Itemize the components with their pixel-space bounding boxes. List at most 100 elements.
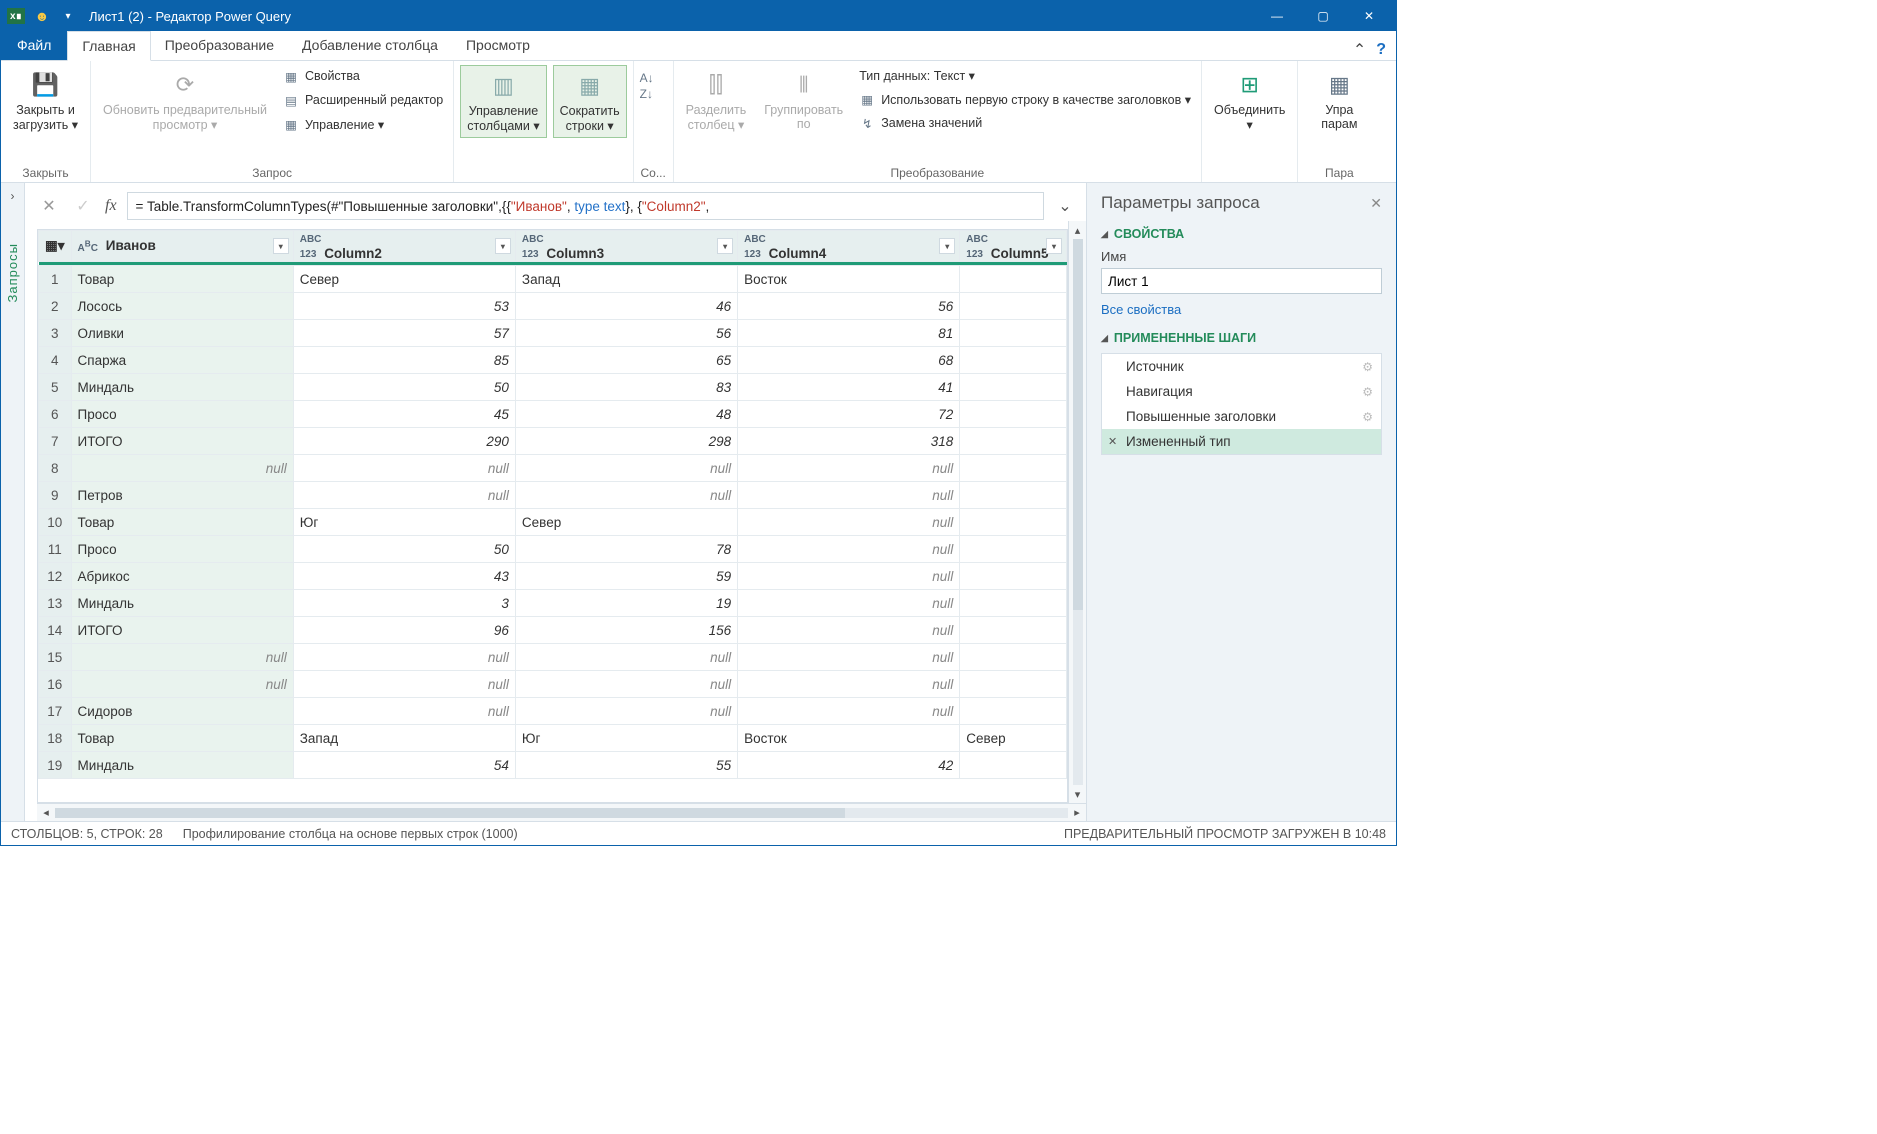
table-cell[interactable] bbox=[960, 509, 1067, 536]
all-properties-link[interactable]: Все свойства bbox=[1101, 302, 1382, 317]
table-cell[interactable]: null bbox=[738, 536, 960, 563]
table-row[interactable]: 17Сидоровnullnullnull bbox=[39, 698, 1067, 725]
table-cell[interactable]: null bbox=[738, 482, 960, 509]
table-row[interactable]: 16nullnullnullnull bbox=[39, 671, 1067, 698]
filter-icon[interactable]: ▾ bbox=[1046, 238, 1062, 254]
scroll-left-icon[interactable]: ◂ bbox=[37, 806, 55, 819]
qat-dropdown-icon[interactable]: ▾ bbox=[57, 5, 79, 27]
table-row[interactable]: 14ИТОГО96156null bbox=[39, 617, 1067, 644]
column-header[interactable]: ABC123 Column4▾ bbox=[738, 231, 960, 262]
fx-icon[interactable]: fx bbox=[105, 197, 117, 215]
table-row[interactable]: 11Просо5078null bbox=[39, 536, 1067, 563]
table-cell[interactable]: null bbox=[738, 617, 960, 644]
manage-columns-button[interactable]: ▥ Управление столбцами ▾ bbox=[460, 65, 546, 138]
table-cell[interactable] bbox=[960, 347, 1067, 374]
close-settings-icon[interactable]: ✕ bbox=[1370, 195, 1382, 212]
properties-section-header[interactable]: СВОЙСТВА bbox=[1101, 227, 1382, 241]
table-cell[interactable]: Просо bbox=[71, 401, 293, 428]
column-header[interactable]: ABC123 Column5▾ bbox=[960, 231, 1067, 262]
tab-view[interactable]: Просмотр bbox=[452, 30, 544, 60]
table-cell[interactable]: null bbox=[293, 698, 515, 725]
sort-desc-icon[interactable]: Z↓ bbox=[640, 87, 653, 101]
queries-sidebar[interactable]: › Запросы bbox=[1, 183, 25, 821]
table-cell[interactable] bbox=[960, 698, 1067, 725]
table-cell[interactable]: 298 bbox=[515, 428, 737, 455]
table-cell[interactable]: Север bbox=[960, 725, 1067, 752]
filter-icon[interactable]: ▾ bbox=[273, 238, 289, 254]
table-cell[interactable] bbox=[960, 401, 1067, 428]
table-cell[interactable] bbox=[960, 266, 1067, 293]
table-cell[interactable]: Север bbox=[515, 509, 737, 536]
table-cell[interactable]: 85 bbox=[293, 347, 515, 374]
column-header[interactable]: ABC Иванов▾ bbox=[71, 231, 293, 262]
table-cell[interactable]: Петров bbox=[71, 482, 293, 509]
close-load-button[interactable]: 💾 Закрыть и загрузить ▾ bbox=[7, 65, 84, 136]
table-cell[interactable]: null bbox=[293, 455, 515, 482]
smiley-icon[interactable]: ☻ bbox=[31, 5, 53, 27]
merge-button[interactable]: ⊞ Объединить ▾ bbox=[1208, 65, 1291, 136]
table-cell[interactable]: ИТОГО bbox=[71, 428, 293, 455]
tab-transform[interactable]: Преобразование bbox=[151, 30, 288, 60]
table-cell[interactable]: 41 bbox=[738, 374, 960, 401]
table-cell[interactable]: Восток bbox=[738, 266, 960, 293]
table-cell[interactable]: Оливки bbox=[71, 320, 293, 347]
scroll-up-icon[interactable]: ▴ bbox=[1069, 221, 1086, 239]
table-cell[interactable]: null bbox=[71, 644, 293, 671]
table-cell[interactable]: ИТОГО bbox=[71, 617, 293, 644]
table-cell[interactable] bbox=[960, 293, 1067, 320]
split-column-button[interactable]: ⫿⫿ Разделить столбец ▾ bbox=[680, 65, 753, 136]
table-cell[interactable]: Запад bbox=[515, 266, 737, 293]
filter-icon[interactable]: ▾ bbox=[939, 238, 955, 254]
query-name-input[interactable] bbox=[1101, 268, 1382, 294]
horizontal-scrollbar[interactable]: ◂ ▸ bbox=[37, 803, 1086, 821]
table-cell[interactable]: Абрикос bbox=[71, 563, 293, 590]
table-cell[interactable]: 54 bbox=[293, 752, 515, 779]
table-cell[interactable]: 290 bbox=[293, 428, 515, 455]
table-row[interactable]: 18ТоварЗападЮгВостокСевер bbox=[39, 725, 1067, 752]
table-row[interactable]: 1ТоварСеверЗападВосток bbox=[39, 266, 1067, 293]
table-cell[interactable]: 50 bbox=[293, 374, 515, 401]
expand-queries-icon[interactable]: › bbox=[11, 189, 15, 203]
table-cell[interactable]: 56 bbox=[515, 320, 737, 347]
table-cell[interactable]: 50 bbox=[293, 536, 515, 563]
cancel-formula-icon[interactable]: ✕ bbox=[37, 196, 61, 216]
table-cell[interactable]: null bbox=[293, 671, 515, 698]
close-button[interactable]: ✕ bbox=[1346, 1, 1392, 31]
properties-button[interactable]: ▦Свойства bbox=[279, 65, 447, 87]
collapse-ribbon-icon[interactable]: ⌃ bbox=[1353, 40, 1366, 60]
advanced-editor-button[interactable]: ▤Расширенный редактор bbox=[279, 89, 447, 111]
table-row[interactable]: 6Просо454872 bbox=[39, 401, 1067, 428]
sort-asc-icon[interactable]: A↓ bbox=[640, 71, 654, 85]
table-cell[interactable]: null bbox=[738, 644, 960, 671]
table-cell[interactable]: Миндаль bbox=[71, 590, 293, 617]
table-corner[interactable]: ▦▾ bbox=[39, 231, 72, 262]
table-row[interactable]: 5Миндаль508341 bbox=[39, 374, 1067, 401]
data-grid[interactable]: ▦▾ABC Иванов▾ABC123 Column2▾ABC123 Colum… bbox=[37, 229, 1068, 803]
formula-input[interactable]: = Table.TransformColumnTypes(#"Повышенны… bbox=[127, 192, 1044, 220]
filter-icon[interactable]: ▾ bbox=[717, 238, 733, 254]
table-cell[interactable]: Запад bbox=[293, 725, 515, 752]
table-cell[interactable]: null bbox=[515, 671, 737, 698]
table-cell[interactable]: 45 bbox=[293, 401, 515, 428]
table-cell[interactable]: null bbox=[738, 455, 960, 482]
table-cell[interactable]: null bbox=[515, 644, 737, 671]
scroll-right-icon[interactable]: ▸ bbox=[1068, 806, 1086, 819]
table-cell[interactable]: 48 bbox=[515, 401, 737, 428]
column-header[interactable]: ABC123 Column3▾ bbox=[515, 231, 737, 262]
table-cell[interactable]: null bbox=[738, 509, 960, 536]
tab-file[interactable]: Файл bbox=[1, 30, 67, 60]
table-row[interactable]: 4Спаржа856568 bbox=[39, 347, 1067, 374]
column-header[interactable]: ABC123 Column2▾ bbox=[293, 231, 515, 262]
help-icon[interactable]: ? bbox=[1376, 41, 1386, 59]
table-row[interactable]: 13Миндаль319null bbox=[39, 590, 1067, 617]
table-cell[interactable]: 81 bbox=[738, 320, 960, 347]
group-by-button[interactable]: ⫴ Группировать по bbox=[758, 65, 849, 135]
applied-step[interactable]: Повышенные заголовки⚙ bbox=[1102, 404, 1381, 429]
table-cell[interactable] bbox=[960, 374, 1067, 401]
table-row[interactable]: 19Миндаль545542 bbox=[39, 752, 1067, 779]
table-cell[interactable]: 68 bbox=[738, 347, 960, 374]
table-cell[interactable]: 156 bbox=[515, 617, 737, 644]
table-cell[interactable]: null bbox=[738, 671, 960, 698]
reduce-rows-button[interactable]: ▦ Сократить строки ▾ bbox=[553, 65, 627, 138]
table-cell[interactable]: 43 bbox=[293, 563, 515, 590]
